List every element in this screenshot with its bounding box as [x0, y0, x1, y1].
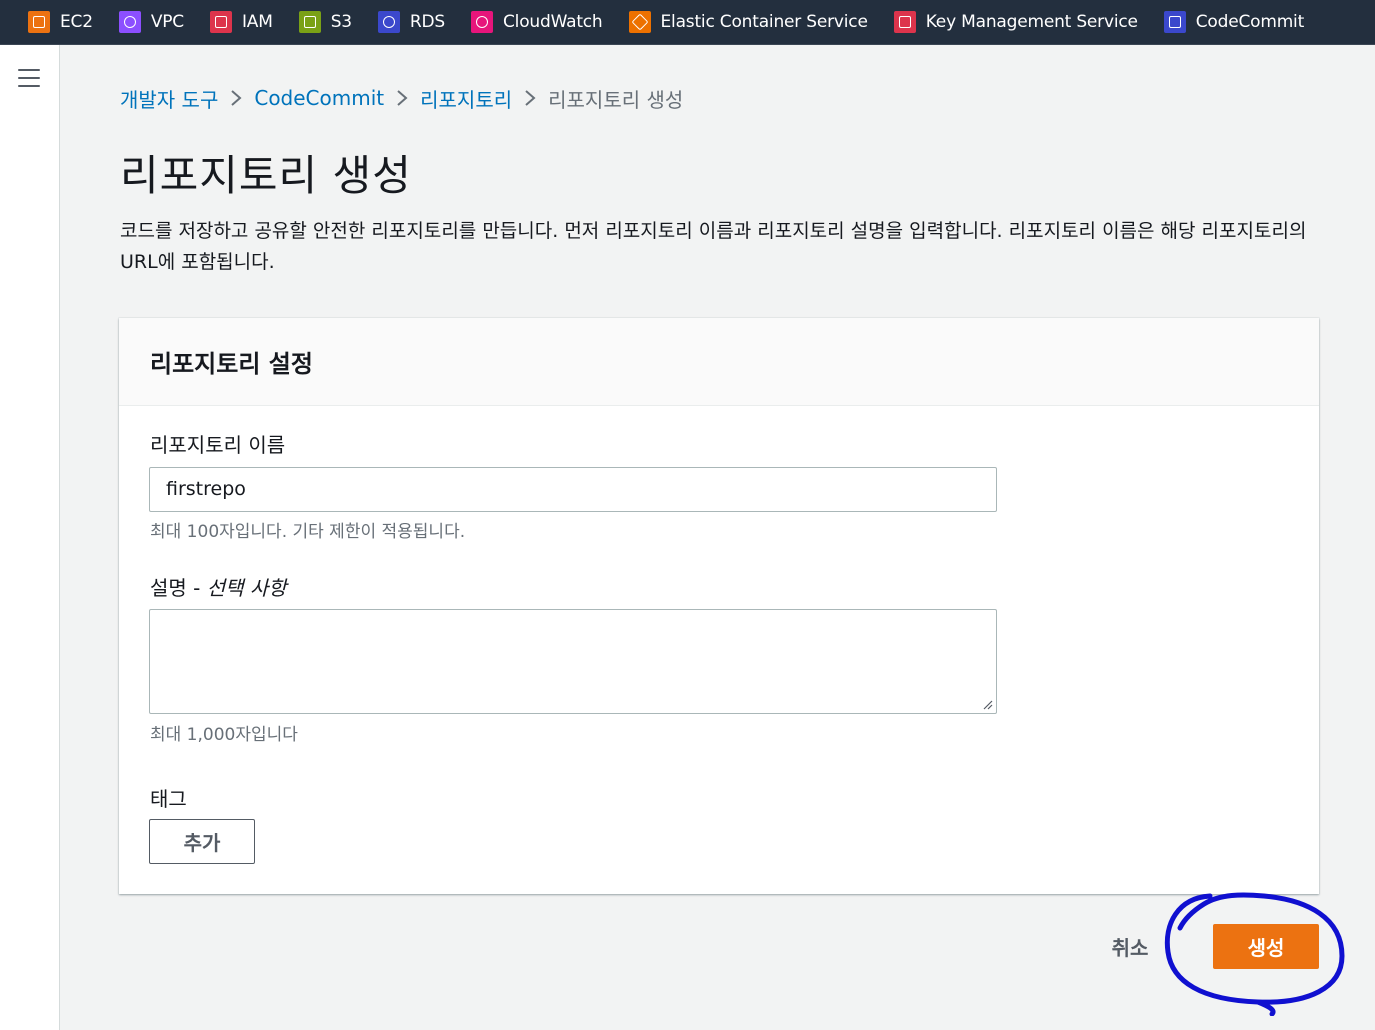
favorite-s3[interactable]: S3 — [298, 11, 352, 33]
vpc-icon — [118, 11, 141, 33]
favorite-label: S3 — [330, 12, 352, 32]
page-title: 리포지토리 생성 — [120, 151, 412, 200]
repository-name-hint: 최대 100자입니다. 기타 제한이 적용됩니다. — [150, 522, 466, 542]
breadcrumb-codecommit[interactable]: CodeCommit — [254, 86, 384, 110]
cloudwatch-icon — [471, 11, 494, 33]
breadcrumb: 개발자 도구 CodeCommit 리포지토리 리포지토리 생성 — [120, 84, 683, 112]
resize-handle-icon[interactable] — [981, 698, 993, 710]
favorite-label: RDS — [409, 12, 446, 32]
breadcrumb-current: 리포지토리 생성 — [548, 87, 684, 112]
s3-icon — [298, 11, 321, 33]
codecommit-icon — [1163, 11, 1186, 33]
favorite-label: CloudWatch — [503, 12, 603, 32]
favorite-codecommit[interactable]: CodeCommit — [1163, 11, 1305, 33]
favorite-kms[interactable]: Key Management Service — [893, 11, 1138, 33]
chevron-right-icon — [512, 89, 548, 107]
menu-icon[interactable] — [18, 69, 40, 87]
kms-icon — [893, 11, 916, 33]
favorite-label: EC2 — [60, 12, 93, 32]
add-tag-button[interactable]: 추가 — [149, 819, 255, 864]
side-navigation — [0, 45, 60, 1030]
breadcrumb-developer-tools[interactable]: 개발자 도구 — [120, 84, 218, 113]
cancel-button[interactable]: 취소 — [1096, 926, 1164, 966]
favorite-vpc[interactable]: VPC — [118, 11, 184, 33]
tags-label: 태그 — [150, 787, 187, 811]
chevron-right-icon — [384, 89, 420, 107]
favorite-rds[interactable]: RDS — [377, 11, 446, 33]
optional-text: 선택 사항 — [206, 576, 287, 600]
favorite-label: Key Management Service — [925, 12, 1138, 32]
rds-icon — [377, 11, 400, 33]
create-repository-button[interactable]: 생성 — [1213, 924, 1319, 969]
page-description: 코드를 저장하고 공유할 안전한 리포지토리를 만듭니다. 먼저 리포지토리 이… — [120, 220, 1307, 273]
description-textarea[interactable] — [149, 609, 997, 714]
panel-title: 리포지토리 설정 — [150, 350, 313, 378]
panel-header: 리포지토리 설정 — [119, 318, 1319, 406]
repository-settings-panel: 리포지토리 설정 리포지토리 이름 firstrepo 최대 100자입니다. … — [119, 318, 1319, 894]
favorite-ec2[interactable]: EC2 — [28, 11, 93, 33]
favorite-ecs[interactable]: Elastic Container Service — [628, 11, 868, 33]
favorite-label: Elastic Container Service — [660, 12, 868, 32]
ec2-icon — [28, 11, 50, 33]
favorite-label: CodeCommit — [1195, 12, 1305, 32]
favorite-iam[interactable]: IAM — [209, 11, 273, 33]
favorite-label: IAM — [241, 12, 273, 32]
description-hint: 최대 1,000자입니다 — [150, 725, 298, 745]
breadcrumb-repositories[interactable]: 리포지토리 — [420, 84, 512, 113]
description-label: 설명 - 선택 사항 — [150, 572, 287, 601]
favorite-cloudwatch[interactable]: CloudWatch — [471, 11, 603, 33]
description-label-text: 설명 - — [150, 576, 207, 600]
chevron-right-icon — [218, 89, 254, 107]
favorite-label: VPC — [150, 12, 184, 32]
favorites-bar: EC2 VPC IAM S3 RDS CloudWatch Elastic Co… — [0, 0, 1375, 45]
ecs-icon — [628, 11, 651, 33]
repository-name-label: 리포지토리 이름 — [150, 433, 286, 457]
iam-icon — [209, 11, 232, 33]
repository-name-input[interactable]: firstrepo — [149, 467, 997, 512]
